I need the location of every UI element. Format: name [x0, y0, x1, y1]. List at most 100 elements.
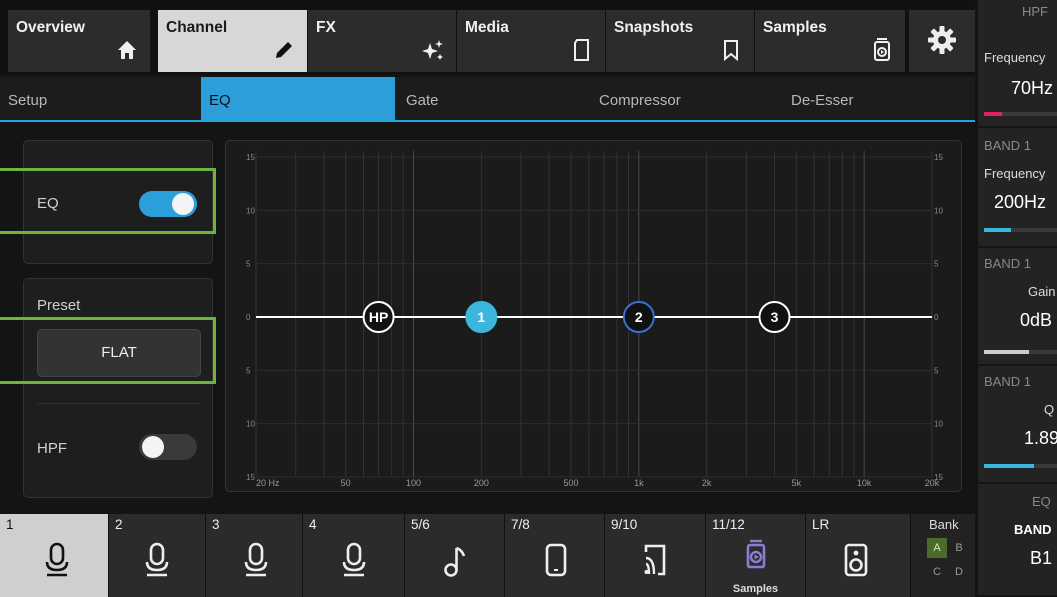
- eq-band-selector[interactable]: EQ BAND B1: [978, 484, 1057, 597]
- bank-d-button[interactable]: D: [949, 562, 969, 582]
- microphone-icon: [342, 542, 366, 577]
- param-level-fill: [984, 112, 1002, 116]
- param-level-bar: [984, 464, 1057, 468]
- channel-9-10[interactable]: 9/10: [605, 514, 705, 597]
- phone-icon: [545, 543, 567, 577]
- tab-eq[interactable]: EQ: [201, 77, 395, 120]
- param-label: Frequency: [984, 50, 1046, 65]
- hpf-toggle-knob: [142, 436, 164, 458]
- pencil-icon: [276, 42, 292, 58]
- settings-button[interactable]: [909, 10, 975, 72]
- tab-overview-label: Overview: [16, 19, 85, 36]
- y-tick-label-right: 5: [934, 366, 939, 375]
- tab-overview[interactable]: Overview: [8, 10, 150, 72]
- y-tick-label-left: 10: [246, 420, 255, 429]
- x-tick-label: 200: [474, 478, 489, 488]
- channel-lr[interactable]: LR: [806, 514, 910, 597]
- eq-node-label: HP: [369, 309, 388, 325]
- channel-5-6[interactable]: 5/6: [405, 514, 504, 597]
- param-header: BAND 1: [984, 374, 1031, 389]
- channel-label: 3: [212, 517, 220, 532]
- channel-3[interactable]: 3: [206, 514, 302, 597]
- tab-compressor[interactable]: Compressor: [591, 77, 783, 120]
- x-tick-label: 50: [341, 478, 351, 488]
- sub-tab-bar: Setup EQ Gate Compressor De-Esser: [0, 77, 975, 122]
- band1-gain-control[interactable]: BAND 1 Gain 0dB: [978, 248, 1057, 366]
- bank-c-button[interactable]: C: [927, 562, 947, 582]
- sparkle-icon: [422, 40, 443, 60]
- param-level-fill: [984, 350, 1029, 354]
- band1-frequency-control[interactable]: BAND 1 Frequency 200Hz: [978, 128, 1057, 248]
- tab-fx[interactable]: FX: [308, 10, 456, 72]
- tab-de-esser[interactable]: De-Esser: [783, 77, 975, 120]
- channel-strip: 1 2 3 4 5/6 7/8 9/10 11/12 Samples LR: [0, 514, 975, 597]
- channel-1[interactable]: 1: [0, 514, 108, 597]
- param-value: 200Hz: [994, 192, 1047, 212]
- channel-label: 4: [309, 517, 317, 532]
- y-tick-label-left: 0: [246, 313, 251, 322]
- param-header: EQ: [1032, 494, 1051, 509]
- tab-gate[interactable]: Gate: [398, 77, 590, 120]
- sampler-icon: [746, 539, 766, 569]
- channel-label: 5/6: [411, 517, 430, 532]
- x-tick-label: 20 Hz: [256, 478, 280, 488]
- speaker-icon: [844, 543, 868, 577]
- y-tick-label-right: 15: [934, 153, 943, 162]
- y-tick-label-right: 10: [934, 206, 943, 215]
- bookmark-icon: [724, 40, 738, 62]
- param-label: BAND: [1014, 522, 1052, 537]
- eq-node-hp[interactable]: HP: [362, 301, 395, 333]
- tab-snapshots[interactable]: Snapshots: [606, 10, 754, 72]
- eq-node-2[interactable]: 2: [622, 301, 655, 333]
- parameter-column: HPF Frequency 70Hz BAND 1 Frequency 200H…: [978, 0, 1057, 597]
- channel-label: 7/8: [511, 517, 530, 532]
- tab-media[interactable]: Media: [457, 10, 605, 72]
- channel-4[interactable]: 4: [303, 514, 404, 597]
- top-tab-bar: Overview Channel FX Media Snapshots Samp…: [0, 0, 975, 74]
- tab-fx-label: FX: [316, 19, 336, 36]
- hpf-label: HPF: [37, 440, 67, 457]
- sd-card-icon: [574, 39, 589, 61]
- hpf-toggle[interactable]: [139, 434, 197, 460]
- x-tick-label: 10k: [857, 478, 872, 488]
- param-value: 1.89: [1024, 428, 1057, 448]
- sampler-icon: [874, 38, 890, 61]
- home-icon: [118, 41, 136, 59]
- channel-label: 2: [115, 517, 123, 532]
- tab-channel[interactable]: Channel: [158, 10, 307, 72]
- preset-highlight-box: [0, 317, 216, 384]
- param-header: BAND 1: [984, 256, 1031, 271]
- y-tick-label-right: 5: [934, 260, 939, 269]
- hpf-frequency-control[interactable]: HPF Frequency 70Hz: [978, 0, 1057, 128]
- eq-graph[interactable]: 15 10 5 0 5 10 15 15 10 5 0 5 10 15 20 Hz 50 100 200 500 1k…: [225, 140, 962, 492]
- bank-title: Bank: [929, 517, 959, 532]
- bank-b-button[interactable]: B: [949, 538, 969, 558]
- cast-icon: [644, 544, 666, 576]
- eq-node-1[interactable]: 1: [465, 301, 498, 333]
- tab-snapshots-label: Snapshots: [614, 19, 694, 36]
- channel-7-8[interactable]: 7/8: [505, 514, 604, 597]
- param-level-bar: [984, 350, 1057, 354]
- band1-q-control[interactable]: BAND 1 Q 1.89: [978, 366, 1057, 484]
- param-level-bar: [984, 228, 1057, 232]
- microphone-icon: [45, 542, 69, 577]
- tab-samples[interactable]: Samples: [755, 10, 905, 72]
- tab-setup[interactable]: Setup: [0, 77, 196, 120]
- x-tick-label: 2k: [702, 478, 712, 488]
- channel-11-12[interactable]: 11/12 Samples: [706, 514, 805, 597]
- y-tick-label-left: 15: [246, 473, 255, 482]
- eq-node-label: 2: [635, 309, 643, 325]
- x-tick-label: 5k: [792, 478, 802, 488]
- y-tick-label-left: 10: [246, 206, 255, 215]
- channel-sublabel: Samples: [732, 583, 779, 595]
- microphone-icon: [145, 542, 169, 577]
- channel-2[interactable]: 2: [109, 514, 205, 597]
- bank-a-button[interactable]: A: [927, 538, 947, 558]
- param-label: Gain: [1028, 284, 1056, 299]
- channel-label: LR: [812, 517, 830, 532]
- x-tick-label: 500: [563, 478, 578, 488]
- eq-node-3[interactable]: 3: [758, 301, 791, 333]
- x-tick-label: 1k: [634, 478, 644, 488]
- preset-label: Preset: [37, 297, 81, 314]
- channel-label: 11/12: [712, 517, 745, 532]
